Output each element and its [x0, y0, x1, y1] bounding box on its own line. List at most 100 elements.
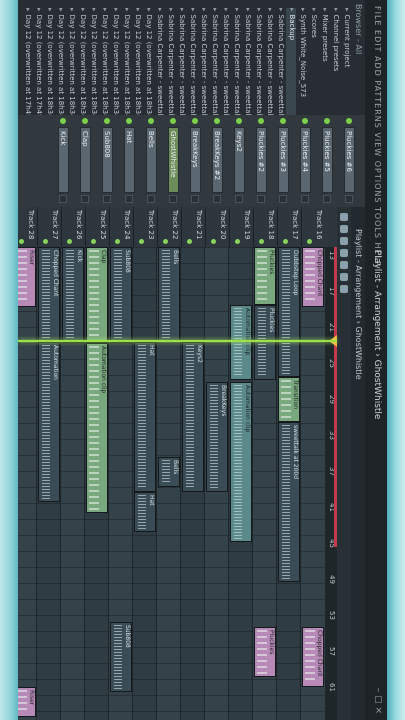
- channel-button[interactable]: Keys2: [234, 127, 245, 193]
- browser-item[interactable]: ▸ Sabrina Carpenter - sweettalk at 200d: [275, 8, 285, 118]
- playlist-clip[interactable]: sweettalk at 200d: [278, 422, 300, 582]
- channel-led[interactable]: [236, 118, 242, 124]
- playlist-clip[interactable]: Chopped Chant: [38, 247, 60, 342]
- browser-item[interactable]: ▸ Day 12 (overwritten at 18h34): [132, 8, 142, 118]
- playlist-clip[interactable]: Dubbstep Loop: [278, 247, 300, 377]
- browser-item[interactable]: ▸ Sabrina Carpenter - sweettalk at 200d: [176, 8, 186, 118]
- browser-item[interactable]: ▸ Day 12 (overwritten at 18h34): [88, 8, 98, 118]
- playlist-clip[interactable]: Automation: [38, 342, 60, 502]
- browser-item[interactable]: ▸ Mixer presets: [319, 8, 329, 118]
- select-tool-icon[interactable]: [340, 273, 348, 281]
- browser-item[interactable]: ▸ Scores: [308, 8, 318, 118]
- track-header[interactable]: Track 21: [181, 207, 205, 247]
- track-header[interactable]: Track 25: [85, 207, 109, 247]
- browser-item[interactable]: ▸ Day 12 (overwritten at 18h34): [55, 8, 65, 118]
- track-header[interactable]: Track 16: [301, 207, 325, 247]
- browser-item[interactable]: ▸ Day 12 (overwritten at 17h49): [33, 8, 43, 118]
- channel-select[interactable]: [81, 195, 89, 203]
- playlist-clip[interactable]: Riser: [18, 687, 36, 717]
- browser-item[interactable]: ▸ Day 12 (overwritten at 18h34): [77, 8, 87, 118]
- channel-select[interactable]: [279, 195, 287, 203]
- browser-item[interactable]: ▸ Sabrina Carpenter - sweettalk at 200d: [154, 8, 164, 118]
- channel-led[interactable]: [214, 118, 220, 124]
- channel-button[interactable]: Hat: [124, 127, 135, 193]
- channel-led[interactable]: [82, 118, 88, 124]
- browser-item[interactable]: ▸ Day 12 (overwritten at 18h34): [66, 8, 76, 118]
- playlist-clip[interactable]: Automation clip: [230, 305, 252, 380]
- track-header[interactable]: Track 27: [37, 207, 61, 247]
- channel-led[interactable]: [324, 118, 330, 124]
- channel-button[interactable]: Pluckies #6: [344, 127, 355, 193]
- browser-item[interactable]: ▸ Backup: [286, 8, 296, 118]
- channel-led[interactable]: [148, 118, 154, 124]
- playlist-clip[interactable]: Sub808: [110, 247, 132, 343]
- playlist-clip[interactable]: Keys2: [182, 342, 204, 492]
- playlist-clip[interactable]: Sub808: [110, 622, 132, 692]
- track-header[interactable]: Track 28: [18, 207, 37, 247]
- main-menu[interactable]: FILE EDIT ADD PATTERNS VIEW OPTIONS TOOL…: [373, 6, 382, 267]
- channel-led[interactable]: [346, 118, 352, 124]
- playlist-clip[interactable]: Kick: [62, 247, 84, 343]
- track-header[interactable]: Track 23: [133, 207, 157, 247]
- browser-item[interactable]: ▸ Sabrina Carpenter - sweettalk at 200d: [231, 8, 241, 118]
- paint-tool-icon[interactable]: [340, 225, 348, 233]
- slice-tool-icon[interactable]: [340, 261, 348, 269]
- channel-led[interactable]: [60, 118, 66, 124]
- channel-button[interactable]: Pluckies #5: [322, 127, 333, 193]
- playlist-clip[interactable]: Clap: [86, 247, 108, 343]
- channel-button[interactable]: Bells: [146, 127, 157, 193]
- browser-item[interactable]: ▸ Day 12 (overwritten at 18h34): [44, 8, 54, 118]
- channel-select[interactable]: [59, 195, 67, 203]
- track-header[interactable]: Track 18: [253, 207, 277, 247]
- channel-select[interactable]: [147, 195, 155, 203]
- track-header[interactable]: Track 19: [229, 207, 253, 247]
- browser-item[interactable]: ▸ Synth White_Noise_573: [297, 8, 307, 118]
- channel-led[interactable]: [104, 118, 110, 124]
- browser-item[interactable]: ▸ Day 12 (overwritten at 18h34): [110, 8, 120, 118]
- track-header[interactable]: Track 22: [157, 207, 181, 247]
- browser-item[interactable]: ▸ Day 12 (overwritten at 18h34): [121, 8, 131, 118]
- channel-led[interactable]: [280, 118, 286, 124]
- playlist-clip[interactable]: Chopped Chant: [302, 247, 324, 307]
- channel-select[interactable]: [103, 195, 111, 203]
- playlist-clip[interactable]: Pluckies: [254, 305, 276, 380]
- channel-led[interactable]: [302, 118, 308, 124]
- channel-select[interactable]: [213, 195, 221, 203]
- playlist-clip[interactable]: Hat: [134, 492, 156, 532]
- channel-button[interactable]: Pluckies #4: [300, 127, 311, 193]
- channel-button[interactable]: Sub808: [102, 127, 113, 193]
- playlist-clip[interactable]: Chopped Chant: [302, 627, 324, 687]
- channel-select[interactable]: [191, 195, 199, 203]
- browser-item[interactable]: ▸ Sabrina Carpenter - sweettalk at 200d: [187, 8, 197, 118]
- playlist-lanes[interactable]: Chopped Chant Chopped Chant Dubbstep Loop T…: [18, 247, 325, 720]
- channel-button[interactable]: GhostWhistle: [168, 127, 179, 193]
- channel-select[interactable]: [323, 195, 331, 203]
- browser-item[interactable]: ▸ Day 12 (overwritten at 18h34): [99, 8, 109, 118]
- playlist-clip[interactable]: Automation clip: [230, 382, 252, 542]
- browser-item[interactable]: ▸ Sabrina Carpenter - sweettalk at 200d: [242, 8, 252, 118]
- track-header[interactable]: Track 17: [277, 207, 301, 247]
- channel-select[interactable]: [235, 195, 243, 203]
- playlist-clip[interactable]: Riser: [18, 247, 36, 307]
- track-header[interactable]: Track 20: [205, 207, 229, 247]
- playlist-clip[interactable]: Automation clip: [86, 343, 108, 513]
- channel-button[interactable]: BreakKeys #2: [212, 127, 223, 193]
- channel-select[interactable]: [345, 195, 353, 203]
- playlist-clip[interactable]: Pluckies: [254, 627, 276, 677]
- browser-item[interactable]: ▸ Day 12 (overwritten at 18h34): [143, 8, 153, 118]
- draw-tool-icon[interactable]: [340, 213, 348, 221]
- channel-led[interactable]: [258, 118, 264, 124]
- window-controls[interactable]: – ▢ ×: [373, 688, 383, 714]
- playlist-clip[interactable]: Bells: [158, 457, 180, 487]
- playhead[interactable]: [18, 340, 337, 342]
- channel-led[interactable]: [192, 118, 198, 124]
- channel-select[interactable]: [257, 195, 265, 203]
- browser-item[interactable]: ▸ Sabrina Carpenter - sweettalk at 200d: [165, 8, 175, 118]
- playlist-clip[interactable]: BreakKeys: [206, 382, 228, 492]
- browser-item[interactable]: ▸ Sabrina Carpenter - sweettalk at 200d: [209, 8, 219, 118]
- playlist-clip[interactable]: Pluckies: [254, 247, 276, 305]
- channel-button[interactable]: Clap: [80, 127, 91, 193]
- channel-select[interactable]: [301, 195, 309, 203]
- track-header[interactable]: Track 24: [109, 207, 133, 247]
- browser-item[interactable]: ▸ Sabrina Carpenter - sweettalk at 200d: [253, 8, 263, 118]
